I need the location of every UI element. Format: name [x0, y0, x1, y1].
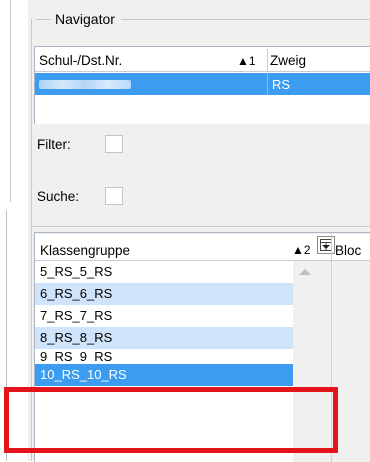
- column-header-block[interactable]: Bloc: [335, 243, 361, 258]
- search-checkbox[interactable]: [105, 187, 123, 205]
- school-grid-selected-row[interactable]: [35, 73, 370, 95]
- filter-label: Filter:: [37, 137, 71, 152]
- list-item-selected[interactable]: 10_RS_10_RS: [35, 364, 293, 386]
- column-divider[interactable]: [331, 234, 332, 260]
- cell-zweig[interactable]: RS: [272, 77, 290, 92]
- highlight-box: [4, 387, 338, 453]
- navigator-groupbox-title: Navigator: [39, 10, 121, 28]
- list-item[interactable]: 5_RS_5_RS: [35, 261, 293, 283]
- cell-divider: [267, 73, 268, 95]
- list-item[interactable]: 7_RS_7_RS: [35, 305, 293, 327]
- sort-ascending-icon: ▲2: [292, 243, 311, 257]
- school-grid-header: Schul-/Dst.Nr. ▲1 Zweig: [35, 49, 370, 72]
- column-chooser-icon[interactable]: [317, 236, 335, 254]
- column-header-schulnr[interactable]: Schul-/Dst.Nr.: [39, 53, 122, 68]
- filter-checkbox[interactable]: [105, 135, 123, 153]
- list-item[interactable]: 6_RS_6_RS: [35, 283, 293, 305]
- scroll-up-arrow-icon[interactable]: [299, 269, 311, 275]
- left-pane-divider: [10, 0, 11, 202]
- school-grid[interactable]: Schul-/Dst.Nr. ▲1 Zweig RS: [34, 46, 370, 124]
- list-item[interactable]: 8_RS_8_RS: [35, 327, 293, 349]
- klassengruppe-grid-header: Klassengruppe ▲2 Bloc: [35, 234, 370, 261]
- column-divider[interactable]: [267, 49, 268, 71]
- sort-ascending-icon: ▲1: [237, 54, 256, 68]
- column-header-klassengruppe[interactable]: Klassengruppe: [40, 243, 130, 258]
- section-divider: [31, 226, 370, 227]
- column-header-zweig[interactable]: Zweig: [270, 53, 306, 68]
- redacted-school-number: [39, 80, 131, 89]
- search-label: Suche:: [37, 189, 80, 204]
- list-item[interactable]: 9_RS_9_RS: [35, 351, 293, 361]
